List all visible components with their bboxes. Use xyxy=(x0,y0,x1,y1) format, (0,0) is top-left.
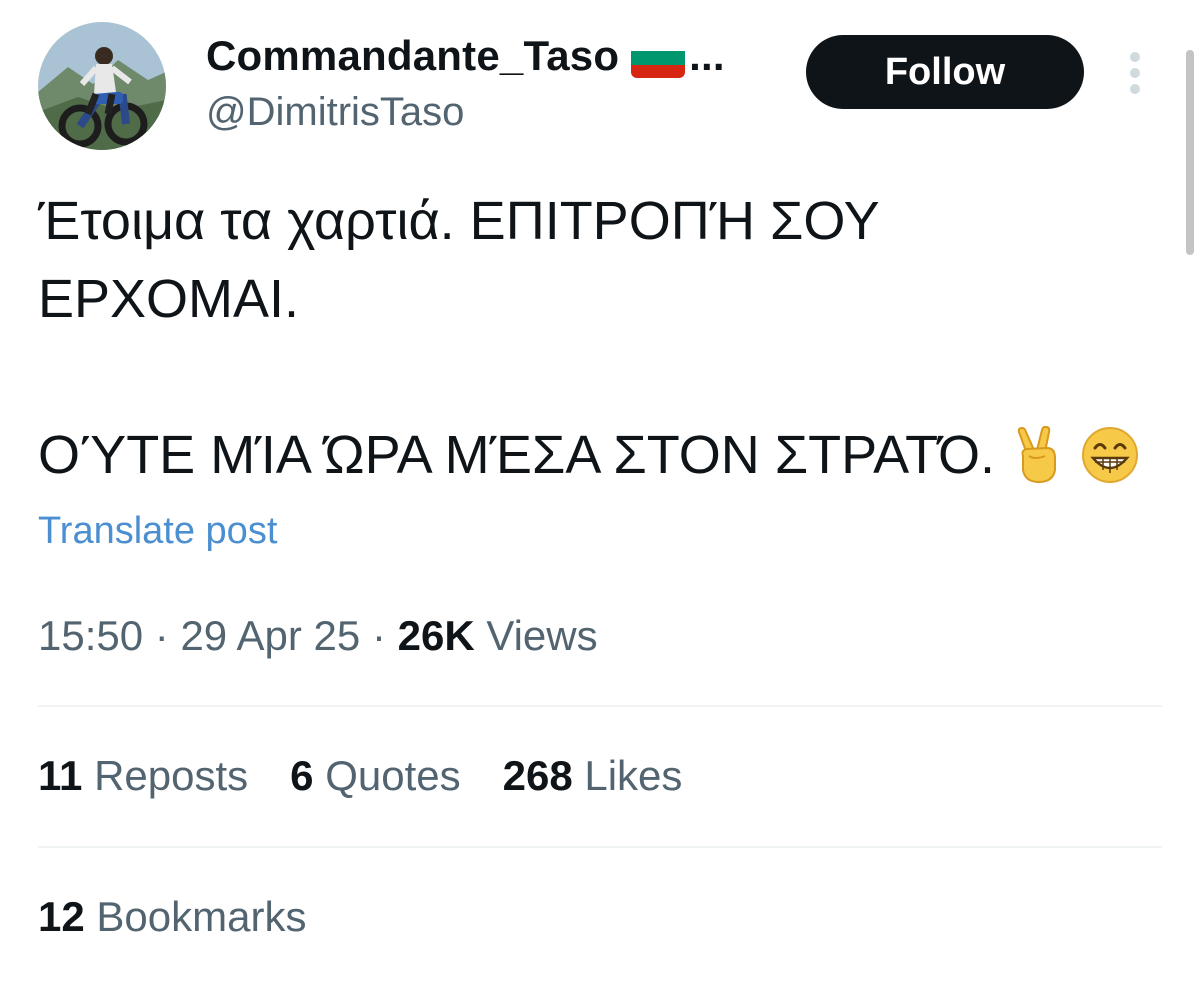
likes-count: 268 xyxy=(502,752,573,799)
views-label: Views xyxy=(486,612,598,659)
more-vertical-icon[interactable] xyxy=(1120,48,1150,98)
post-meta: 15:50 · 29 Apr 25 · 26K Views xyxy=(38,612,598,660)
post-line-3-wrapper: ΟΎΤΕ ΜΊΑ ΏΡΑ ΜΈΣΑ ΣΤΟΝ ΣΤΡΑΤΌ. xyxy=(38,416,1158,494)
scrollbar[interactable] xyxy=(1186,50,1194,255)
grinning-face-emoji-icon xyxy=(1081,426,1139,484)
divider xyxy=(38,705,1162,707)
author-display-name[interactable]: Commandante_Taso ... xyxy=(206,32,725,80)
bookmarks-stat[interactable]: 12 Bookmarks xyxy=(38,893,306,941)
post-date[interactable]: 29 Apr 25 xyxy=(180,612,360,659)
more-dot xyxy=(1130,52,1140,62)
post-header: Commandante_Taso ... @DimitrisTaso Follo… xyxy=(0,0,1200,255)
more-dot xyxy=(1130,84,1140,94)
post-time[interactable]: 15:50 xyxy=(38,612,143,659)
avatar-image xyxy=(38,22,166,150)
more-dot xyxy=(1130,68,1140,78)
translate-post-link[interactable]: Translate post xyxy=(38,510,277,553)
quotes-stat[interactable]: 6 Quotes xyxy=(290,752,460,800)
reposts-label: Reposts xyxy=(94,752,249,799)
divider xyxy=(38,846,1162,848)
views-count: 26K xyxy=(397,612,475,659)
display-name-text: Commandante_Taso xyxy=(206,32,620,79)
meta-separator: · xyxy=(371,612,386,659)
post-line-3: ΟΎΤΕ ΜΊΑ ΏΡΑ ΜΈΣΑ ΣΤΟΝ ΣΤΡΑΤΌ. xyxy=(38,425,995,485)
reposts-count: 11 xyxy=(38,752,83,799)
bookmarks-label: Bookmarks xyxy=(96,893,307,940)
author-handle[interactable]: @DimitrisTaso xyxy=(206,90,464,135)
post-line-2: ΕΡΧΟΜΑΙ. xyxy=(38,269,300,329)
flag-stripe-red xyxy=(631,64,686,78)
flag-stripe-green xyxy=(631,51,686,65)
follow-button[interactable]: Follow xyxy=(806,35,1084,109)
likes-label: Likes xyxy=(584,752,683,799)
likes-stat[interactable]: 268 Likes xyxy=(503,752,683,800)
reposts-stat[interactable]: 11 Reposts xyxy=(38,752,248,800)
victory-hand-emoji-icon xyxy=(1009,426,1067,484)
post-body: Έτοιμα τα χαρτιά. ΕΠΙΤΡΟΠΉ ΣΟΥ ΕΡΧΟΜΑΙ. … xyxy=(38,182,1158,494)
quotes-count: 6 xyxy=(290,752,314,799)
bookmarks-count: 12 xyxy=(38,893,85,940)
author-avatar[interactable] xyxy=(38,22,166,150)
engagement-stats: 11 Reposts 6 Quotes 268 Likes xyxy=(38,752,724,800)
flag-stripe-white xyxy=(631,38,686,52)
bulgaria-flag-icon xyxy=(631,38,686,78)
meta-separator: · xyxy=(154,612,169,659)
quotes-label: Quotes xyxy=(325,752,461,799)
name-truncation: ... xyxy=(689,32,725,79)
post-line-1: Έτοιμα τα χαρτιά. ΕΠΙΤΡΟΠΉ ΣΟΥ xyxy=(38,191,880,251)
